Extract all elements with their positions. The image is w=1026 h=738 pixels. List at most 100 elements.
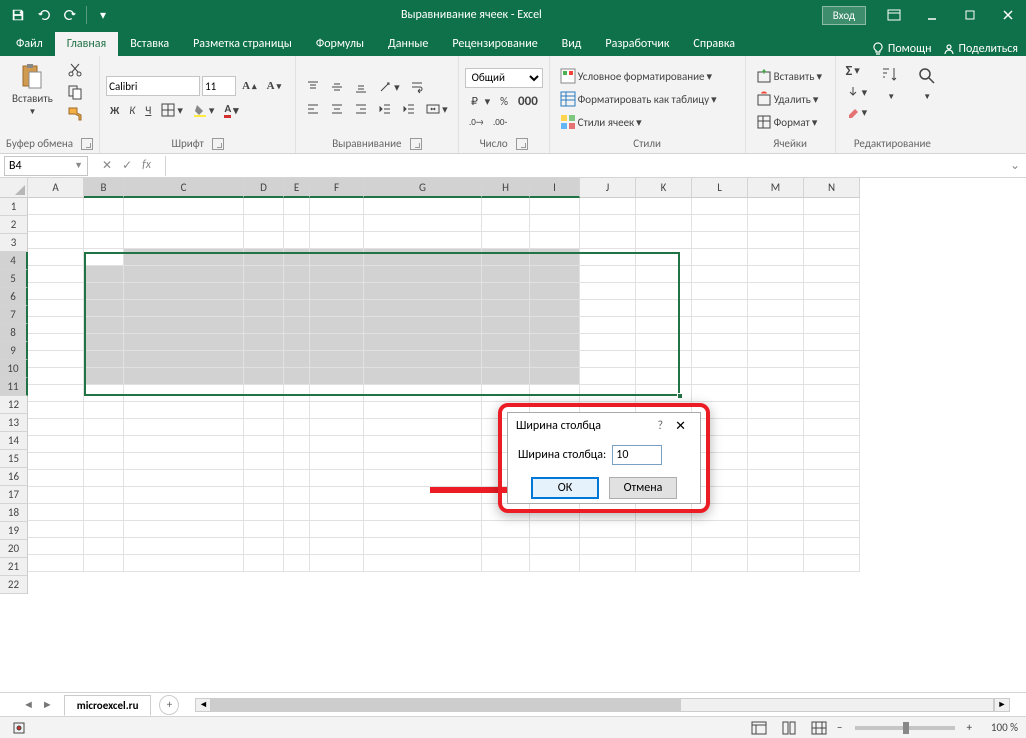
share-button[interactable]: Поделиться <box>942 42 1018 56</box>
cell[interactable] <box>310 470 364 487</box>
zoom-slider[interactable] <box>855 726 955 730</box>
cell[interactable] <box>84 453 124 470</box>
cell[interactable] <box>124 555 244 572</box>
cell[interactable] <box>28 215 84 232</box>
row-header[interactable]: 1 <box>0 198 28 216</box>
cell[interactable] <box>284 555 310 572</box>
cell[interactable] <box>530 368 580 385</box>
cell[interactable] <box>84 419 124 436</box>
cell[interactable] <box>84 249 124 266</box>
cell[interactable] <box>692 555 748 572</box>
cell[interactable] <box>748 351 804 368</box>
cell[interactable] <box>636 300 692 317</box>
cell[interactable] <box>804 470 860 487</box>
cell[interactable] <box>124 402 244 419</box>
cell[interactable] <box>636 351 692 368</box>
cell[interactable] <box>284 249 310 266</box>
close-icon[interactable] <box>990 0 1026 30</box>
decrease-decimal-icon[interactable]: .00→.0 <box>489 115 511 129</box>
row-header[interactable]: 21 <box>0 558 28 576</box>
number-format-combo[interactable]: Общий <box>465 68 543 88</box>
cell[interactable] <box>580 317 636 334</box>
ok-button[interactable]: ОК <box>531 477 599 499</box>
cell[interactable] <box>284 470 310 487</box>
cell[interactable] <box>28 470 84 487</box>
macro-record-icon[interactable] <box>8 719 30 737</box>
cell[interactable] <box>364 436 482 453</box>
cell[interactable] <box>636 385 692 402</box>
cell[interactable] <box>482 351 530 368</box>
cell[interactable] <box>530 385 580 402</box>
cell[interactable] <box>310 283 364 300</box>
cell[interactable] <box>482 198 530 215</box>
cell[interactable] <box>364 419 482 436</box>
cell[interactable] <box>124 283 244 300</box>
column-header[interactable]: F <box>310 178 364 198</box>
cell[interactable] <box>284 300 310 317</box>
cell[interactable] <box>804 317 860 334</box>
cell[interactable] <box>310 504 364 521</box>
tab-рецензирование[interactable]: Рецензирование <box>440 32 549 56</box>
cell[interactable] <box>124 249 244 266</box>
cell[interactable] <box>748 453 804 470</box>
cell[interactable] <box>692 521 748 538</box>
cell[interactable] <box>124 538 244 555</box>
row-header[interactable]: 13 <box>0 414 28 432</box>
autosum-icon[interactable]: Σ ▾ <box>842 60 872 81</box>
cell[interactable] <box>748 198 804 215</box>
cell[interactable] <box>124 419 244 436</box>
cell[interactable] <box>310 402 364 419</box>
row-header[interactable]: 4 <box>0 252 28 270</box>
row-header[interactable]: 8 <box>0 324 28 342</box>
cell[interactable] <box>244 232 284 249</box>
cell[interactable] <box>124 300 244 317</box>
number-launcher[interactable] <box>516 138 528 150</box>
font-color-icon[interactable]: A▾ <box>220 100 242 120</box>
cell[interactable] <box>804 385 860 402</box>
cell[interactable] <box>310 487 364 504</box>
cell[interactable] <box>804 538 860 555</box>
align-top-icon[interactable] <box>302 78 324 96</box>
sheet-nav-next-icon[interactable]: ► <box>39 698 56 711</box>
hscroll-thumb[interactable] <box>212 699 680 711</box>
align-left-icon[interactable] <box>302 100 324 118</box>
maximize-icon[interactable] <box>952 0 988 30</box>
cell[interactable] <box>364 317 482 334</box>
cell[interactable] <box>284 402 310 419</box>
cell[interactable] <box>580 249 636 266</box>
column-header[interactable]: J <box>580 178 636 198</box>
cell[interactable] <box>244 266 284 283</box>
page-break-icon[interactable] <box>807 719 831 737</box>
cell[interactable] <box>804 351 860 368</box>
cell[interactable] <box>310 249 364 266</box>
comma-icon[interactable]: 000 <box>514 92 542 111</box>
cell[interactable] <box>84 487 124 504</box>
sheet-nav-prev-icon[interactable]: ◄ <box>20 698 37 711</box>
cell[interactable] <box>804 504 860 521</box>
cell[interactable] <box>244 215 284 232</box>
cell[interactable] <box>636 555 692 572</box>
page-layout-icon[interactable] <box>777 719 801 737</box>
cell[interactable] <box>244 521 284 538</box>
cell[interactable] <box>748 436 804 453</box>
cell[interactable] <box>310 419 364 436</box>
column-header[interactable]: B <box>84 178 124 198</box>
cell[interactable] <box>124 453 244 470</box>
tab-справка[interactable]: Справка <box>681 32 747 56</box>
cell[interactable] <box>692 232 748 249</box>
cell[interactable] <box>284 521 310 538</box>
cell[interactable] <box>84 334 124 351</box>
cell[interactable] <box>530 538 580 555</box>
format-cells-button[interactable]: Формат ▾ <box>752 112 822 132</box>
cell[interactable] <box>636 232 692 249</box>
format-painter-icon[interactable] <box>63 104 87 124</box>
row-header[interactable]: 20 <box>0 540 28 558</box>
cell[interactable] <box>84 385 124 402</box>
cell[interactable] <box>84 402 124 419</box>
cell[interactable] <box>284 436 310 453</box>
cell[interactable] <box>580 283 636 300</box>
cell[interactable] <box>28 198 84 215</box>
cell[interactable] <box>748 215 804 232</box>
cell[interactable] <box>244 300 284 317</box>
cell[interactable] <box>124 470 244 487</box>
